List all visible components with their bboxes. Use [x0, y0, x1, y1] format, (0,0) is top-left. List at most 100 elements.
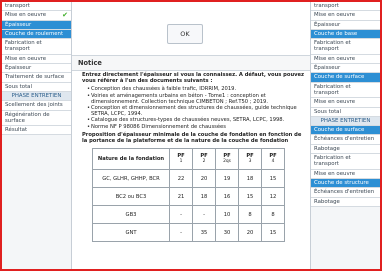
right-item-mise-en-oeuvre[interactable]: Mise en oeuvre: [311, 54, 380, 65]
notice-intro: Entrez directement l'épaisseur si vous l…: [82, 72, 305, 85]
col-header-nature: Nature de la fondation: [92, 148, 170, 171]
table-title: Proposition d'épaisseur minimale de la c…: [82, 131, 302, 145]
app-frame: transport Mise en oeuvre ✔ Épaisseur Couche …: [0, 0, 382, 271]
table-cell: 22: [169, 169, 193, 189]
table-cell: GB3: [92, 205, 170, 225]
table-cell: BC2 ou BC3: [92, 187, 170, 207]
nav-item-label: Mise en oeuvre: [5, 12, 47, 19]
right-item-fabrication-et-transport[interactable]: Fabrication et transport: [311, 39, 380, 55]
right-item-epaisseur[interactable]: Épaisseur: [311, 64, 380, 74]
table-cell: 19: [215, 169, 239, 189]
nav-item-label: Couche de base: [314, 30, 358, 37]
right-item-mise-en-oeuvre[interactable]: Mise en oeuvre: [311, 169, 380, 179]
nav-item-label: Couche de structure: [314, 179, 369, 186]
reference-item: Conception et dimensionnement des struct…: [87, 105, 306, 117]
nav-item-label: Mise en oeuvre: [314, 170, 356, 177]
nav-item-label: Échéances d'entretien: [314, 136, 375, 143]
left-item-resultat[interactable]: Résultat: [2, 126, 71, 136]
right-item-epaisseur[interactable]: Épaisseur: [311, 20, 380, 30]
col-header-pf1: PF 1: [169, 148, 193, 171]
table-cell: 15: [261, 223, 285, 243]
nav-item-label: Couche de surface: [314, 74, 365, 81]
left-item-fabrication-et-transport[interactable]: Fabrication et transport: [2, 39, 71, 55]
table-row: GC, GLHR, GHHP, BCR 22 20 19 18 15: [92, 169, 285, 189]
left-item-couche-de-roulement[interactable]: Couche de roulement: [2, 29, 71, 40]
table-cell: -: [169, 223, 193, 243]
nav-item-label: Résultat: [5, 127, 28, 134]
nav-item-label: Traitement de surface: [5, 74, 65, 81]
left-item-scellement-des-joints[interactable]: Scellement des joints: [2, 101, 71, 111]
right-item-echeances-d-entretien[interactable]: Échéances d'entretien: [311, 188, 380, 198]
table-cell: -: [192, 205, 216, 225]
right-item-mise-en-oeuvre[interactable]: Mise en oeuvre: [311, 11, 380, 21]
nav-item-label: Rabotage: [314, 145, 340, 152]
left-sidebar: transport Mise en oeuvre ✔ Épaisseur Couche …: [2, 2, 72, 269]
nav-item-label: transport: [5, 3, 30, 9]
pf-class: 4: [271, 159, 275, 165]
nav-item-label: Sous total: [5, 83, 32, 90]
table-cell: 10: [215, 205, 239, 225]
col-header-pf3: PF 3: [238, 148, 262, 171]
right-item-couche-de-structure[interactable]: Couche de structure: [311, 178, 380, 189]
nav-item-label: Régénération de surface: [5, 111, 50, 124]
nav-item-label: Fabrication et transport: [314, 155, 351, 168]
col-header-pf2: PF 2: [192, 148, 216, 171]
ok-button[interactable]: OK: [167, 24, 203, 44]
table-cell: 18: [238, 169, 262, 189]
right-item-rabotage[interactable]: Rabotage: [311, 197, 380, 207]
dialog-area: OK: [72, 2, 312, 50]
reference-list: Conception des chaussées à faible trafic…: [82, 86, 306, 130]
nav-item-label: transport: [314, 3, 339, 9]
left-item-phase-entretien: PHASE ENTRETIEN: [2, 91, 71, 102]
right-item-couche-de-surface[interactable]: Couche de surface: [311, 73, 380, 83]
notice-title: Notice: [72, 55, 312, 71]
left-item-mise-en-oeuvre[interactable]: Mise en oeuvre ✔: [2, 11, 71, 21]
right-item-fabrication-et-transport[interactable]: Fabrication et transport: [311, 82, 380, 99]
right-item-rabotage[interactable]: Rabotage: [311, 144, 380, 155]
thickness-table: Nature de la fondation PF 1 PF 2 PF 2qs PF 3…: [92, 148, 285, 243]
left-item-sous-total[interactable]: Sous total: [2, 82, 71, 92]
table-row: GB3 - - 10 8 8: [92, 205, 285, 225]
reference-item: Voiries et aménagements urbains en béton…: [87, 93, 306, 105]
right-item-phase-entretien: PHASE ENTRETIEN: [311, 116, 380, 127]
nav-item-label: Mise en oeuvre: [314, 99, 356, 106]
nav-item-label: Épaisseur: [314, 21, 341, 28]
nav-item-label: Couche de surface: [314, 127, 365, 134]
main-panel: OK Notice Entrez directement l'épaisseur…: [72, 2, 312, 269]
table-cell: 21: [169, 187, 193, 207]
right-item-echeances-d-entretien[interactable]: Échéances d'entretien: [311, 135, 380, 145]
table-cell: 16: [215, 187, 239, 207]
table-cell: GC, GLHR, GHHP, BCR: [92, 169, 170, 189]
right-item-transport[interactable]: transport: [311, 2, 380, 12]
nav-item-label: PHASE ENTRETIEN: [320, 117, 371, 124]
table-header-row: Nature de la fondation PF 1 PF 2 PF 2qs PF 3…: [92, 148, 285, 171]
nav-item-label: Fabrication et transport: [314, 40, 351, 53]
right-item-couche-de-surface[interactable]: Couche de surface: [311, 126, 380, 136]
right-item-fabrication-et-transport[interactable]: Fabrication et transport: [311, 154, 380, 170]
left-item-traitement-de-surface[interactable]: Traitement de surface: [2, 73, 71, 83]
left-item-epaisseur[interactable]: Épaisseur: [2, 20, 71, 30]
table-cell: 30: [215, 223, 239, 243]
table-cell: 12: [261, 187, 285, 207]
table-cell: 18: [192, 187, 216, 207]
left-item-epaisseur[interactable]: Épaisseur: [2, 64, 71, 74]
table-row: GNT - 35 30 20 15: [92, 223, 285, 243]
nav-item-label: Sous total: [314, 108, 341, 115]
right-item-mise-en-oeuvre[interactable]: Mise en oeuvre: [311, 98, 380, 108]
right-item-couche-de-base[interactable]: Couche de base: [311, 29, 380, 40]
table-cell: 20: [238, 223, 262, 243]
table-cell: 8: [261, 205, 285, 225]
nav-item-label: Épaisseur: [5, 65, 32, 72]
right-item-sous-total[interactable]: Sous total: [311, 107, 380, 117]
nav-item-label: Mise en oeuvre: [314, 55, 356, 62]
notice-body: Entrez directement l'épaisseur si vous l…: [82, 72, 306, 243]
reference-item: Norme NF P 98086 Dimensionnement de chau…: [87, 124, 306, 130]
left-item-mise-en-oeuvre[interactable]: Mise en oeuvre: [2, 54, 71, 65]
nav-item-label: Couche de roulement: [5, 30, 64, 37]
nav-item-label: Mise en oeuvre: [314, 12, 356, 19]
nav-item-label: Fabrication et transport: [314, 83, 351, 96]
col-header-pf2qs: PF 2qs: [215, 148, 239, 171]
left-item-transport[interactable]: transport: [2, 2, 71, 12]
table-cell: 15: [261, 169, 285, 189]
left-item-regeneration-de-surface[interactable]: Régénération de surface: [2, 110, 71, 127]
